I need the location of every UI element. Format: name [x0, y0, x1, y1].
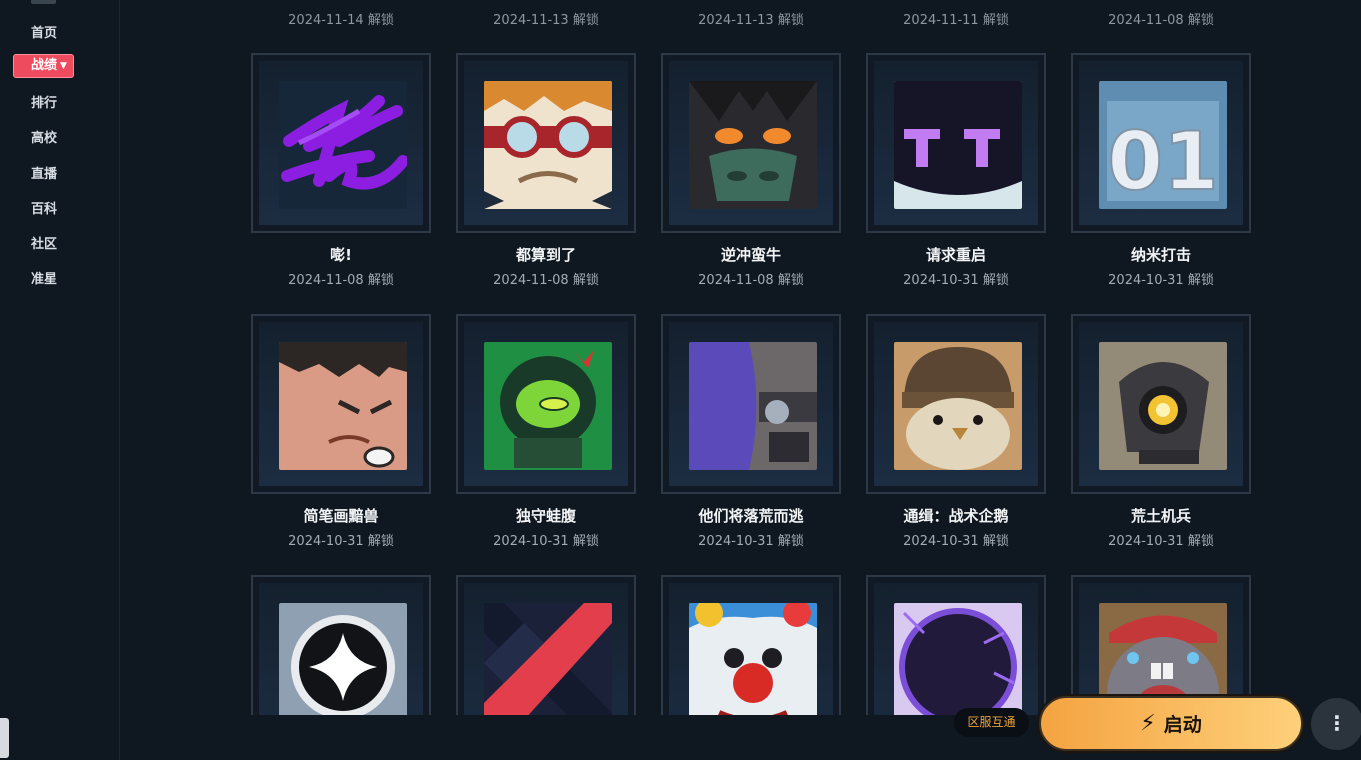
- badge-name: 纳米打击: [1130, 246, 1191, 264]
- badge-date: 2024-11-13 解锁: [698, 13, 804, 28]
- number-01-icon: 01: [1099, 81, 1227, 209]
- sidebar-item-crosshair[interactable]: 准星: [0, 268, 88, 287]
- sidebar-item-home[interactable]: 首页: [0, 22, 88, 41]
- badge-frame: [1071, 314, 1251, 494]
- badge-date: 2024-10-31 解锁: [1108, 534, 1214, 549]
- red-chevron-icon: [484, 603, 612, 715]
- main-content: 2024-11-14 解锁 2024-11-13 解锁 2024-11-13 解…: [121, 0, 1361, 760]
- badge-frame: [661, 575, 841, 715]
- badge-name: 逆冲蛮牛: [720, 246, 781, 264]
- clown-icon: [689, 603, 817, 715]
- badge-name: 请求重启: [925, 246, 986, 264]
- svg-text:01: 01: [1107, 115, 1218, 208]
- badge-date: 2024-11-13 解锁: [493, 13, 599, 28]
- sidebar-item-college[interactable]: 高校: [0, 127, 88, 146]
- badge-frame: [456, 575, 636, 715]
- collapse-handle[interactable]: [0, 718, 9, 758]
- sidebar-item-label: 战绩: [31, 58, 58, 73]
- sidebar-item-community[interactable]: 社区: [0, 233, 88, 252]
- badge-date: 2024-11-08 解锁: [288, 273, 394, 288]
- badge-date: 2024-10-31 解锁: [288, 534, 394, 549]
- badge-date: 2024-10-31 解锁: [1108, 273, 1214, 288]
- sidebar-scroll-indicator: [31, 0, 56, 4]
- badge-name: 都算到了: [515, 246, 576, 264]
- badge-date: 2024-10-31 解锁: [493, 534, 599, 549]
- badge-date: 2024-11-08 解锁: [698, 273, 804, 288]
- badge-name: 简笔画黯兽: [303, 507, 379, 525]
- badge-grid: 2024-11-14 解锁 2024-11-13 解锁 2024-11-13 解…: [121, 0, 1361, 715]
- badge-frame: [456, 314, 636, 494]
- launch-button[interactable]: ⚡ 启动: [1039, 696, 1303, 751]
- badge-frame: [251, 53, 431, 233]
- badge-date: 2024-10-31 解锁: [903, 273, 1009, 288]
- badge-date: 2024-10-31 解锁: [903, 534, 1009, 549]
- badge-frame: 01: [1071, 53, 1251, 233]
- badge-name: 通缉：战术企鹅: [903, 507, 1009, 525]
- badge-name: 嘭!: [330, 246, 352, 264]
- badge-date: 2024-11-11 解锁: [903, 13, 1009, 28]
- purple-gunner-icon: [689, 342, 817, 470]
- masked-bull-icon: [689, 81, 817, 209]
- region-interop-badge[interactable]: 区服互通: [954, 708, 1029, 737]
- sidebar-item-live[interactable]: 直播: [0, 163, 88, 182]
- penguin-beanie-icon: [894, 342, 1022, 470]
- badge-frame: [866, 314, 1046, 494]
- badge-frame: [1071, 575, 1251, 715]
- lightning-icon: ⚡: [1140, 711, 1156, 736]
- badge-frame: [866, 575, 1046, 715]
- launch-label: 启动: [1163, 714, 1202, 736]
- badge-date: 2024-10-31 解锁: [698, 534, 804, 549]
- frog-soldier-icon: [484, 342, 612, 470]
- caret-down-icon: ▼: [60, 61, 67, 71]
- robot-eye-icon: [1099, 342, 1227, 470]
- badge-name: 他们将落荒而逃: [698, 507, 804, 525]
- sidebar-item-records[interactable]: 战绩 ▼: [13, 54, 74, 78]
- purple-portal-icon: [894, 603, 1022, 715]
- badge-date: 2024-11-08 解锁: [1108, 13, 1214, 28]
- badge-frame: [251, 575, 431, 715]
- sidebar-item-ranking[interactable]: 排行: [0, 92, 88, 111]
- badge-frame: [866, 53, 1046, 233]
- badge-name: 独守蛙腹: [515, 507, 576, 525]
- angry-face-icon: [279, 342, 407, 470]
- badge-date: 2024-11-08 解锁: [493, 273, 599, 288]
- sidebar: 首页 战绩 ▼ 排行 高校 直播 百科 社区 准星: [0, 0, 120, 760]
- purple-scribble-icon: [279, 81, 407, 209]
- badge-frame: [251, 314, 431, 494]
- more-vertical-icon[interactable]: ⋮: [1311, 698, 1361, 750]
- robot-helmet-icon: [894, 81, 1022, 209]
- sidebar-item-wiki[interactable]: 百科: [0, 198, 88, 217]
- badge-frame: [661, 53, 841, 233]
- goggles-face-icon: [484, 81, 612, 209]
- badge-name: 荒土机兵: [1130, 507, 1191, 525]
- badge-date: 2024-11-14 解锁: [288, 13, 394, 28]
- star-orb-icon: [279, 603, 407, 715]
- badge-frame: [456, 53, 636, 233]
- badge-frame: [661, 314, 841, 494]
